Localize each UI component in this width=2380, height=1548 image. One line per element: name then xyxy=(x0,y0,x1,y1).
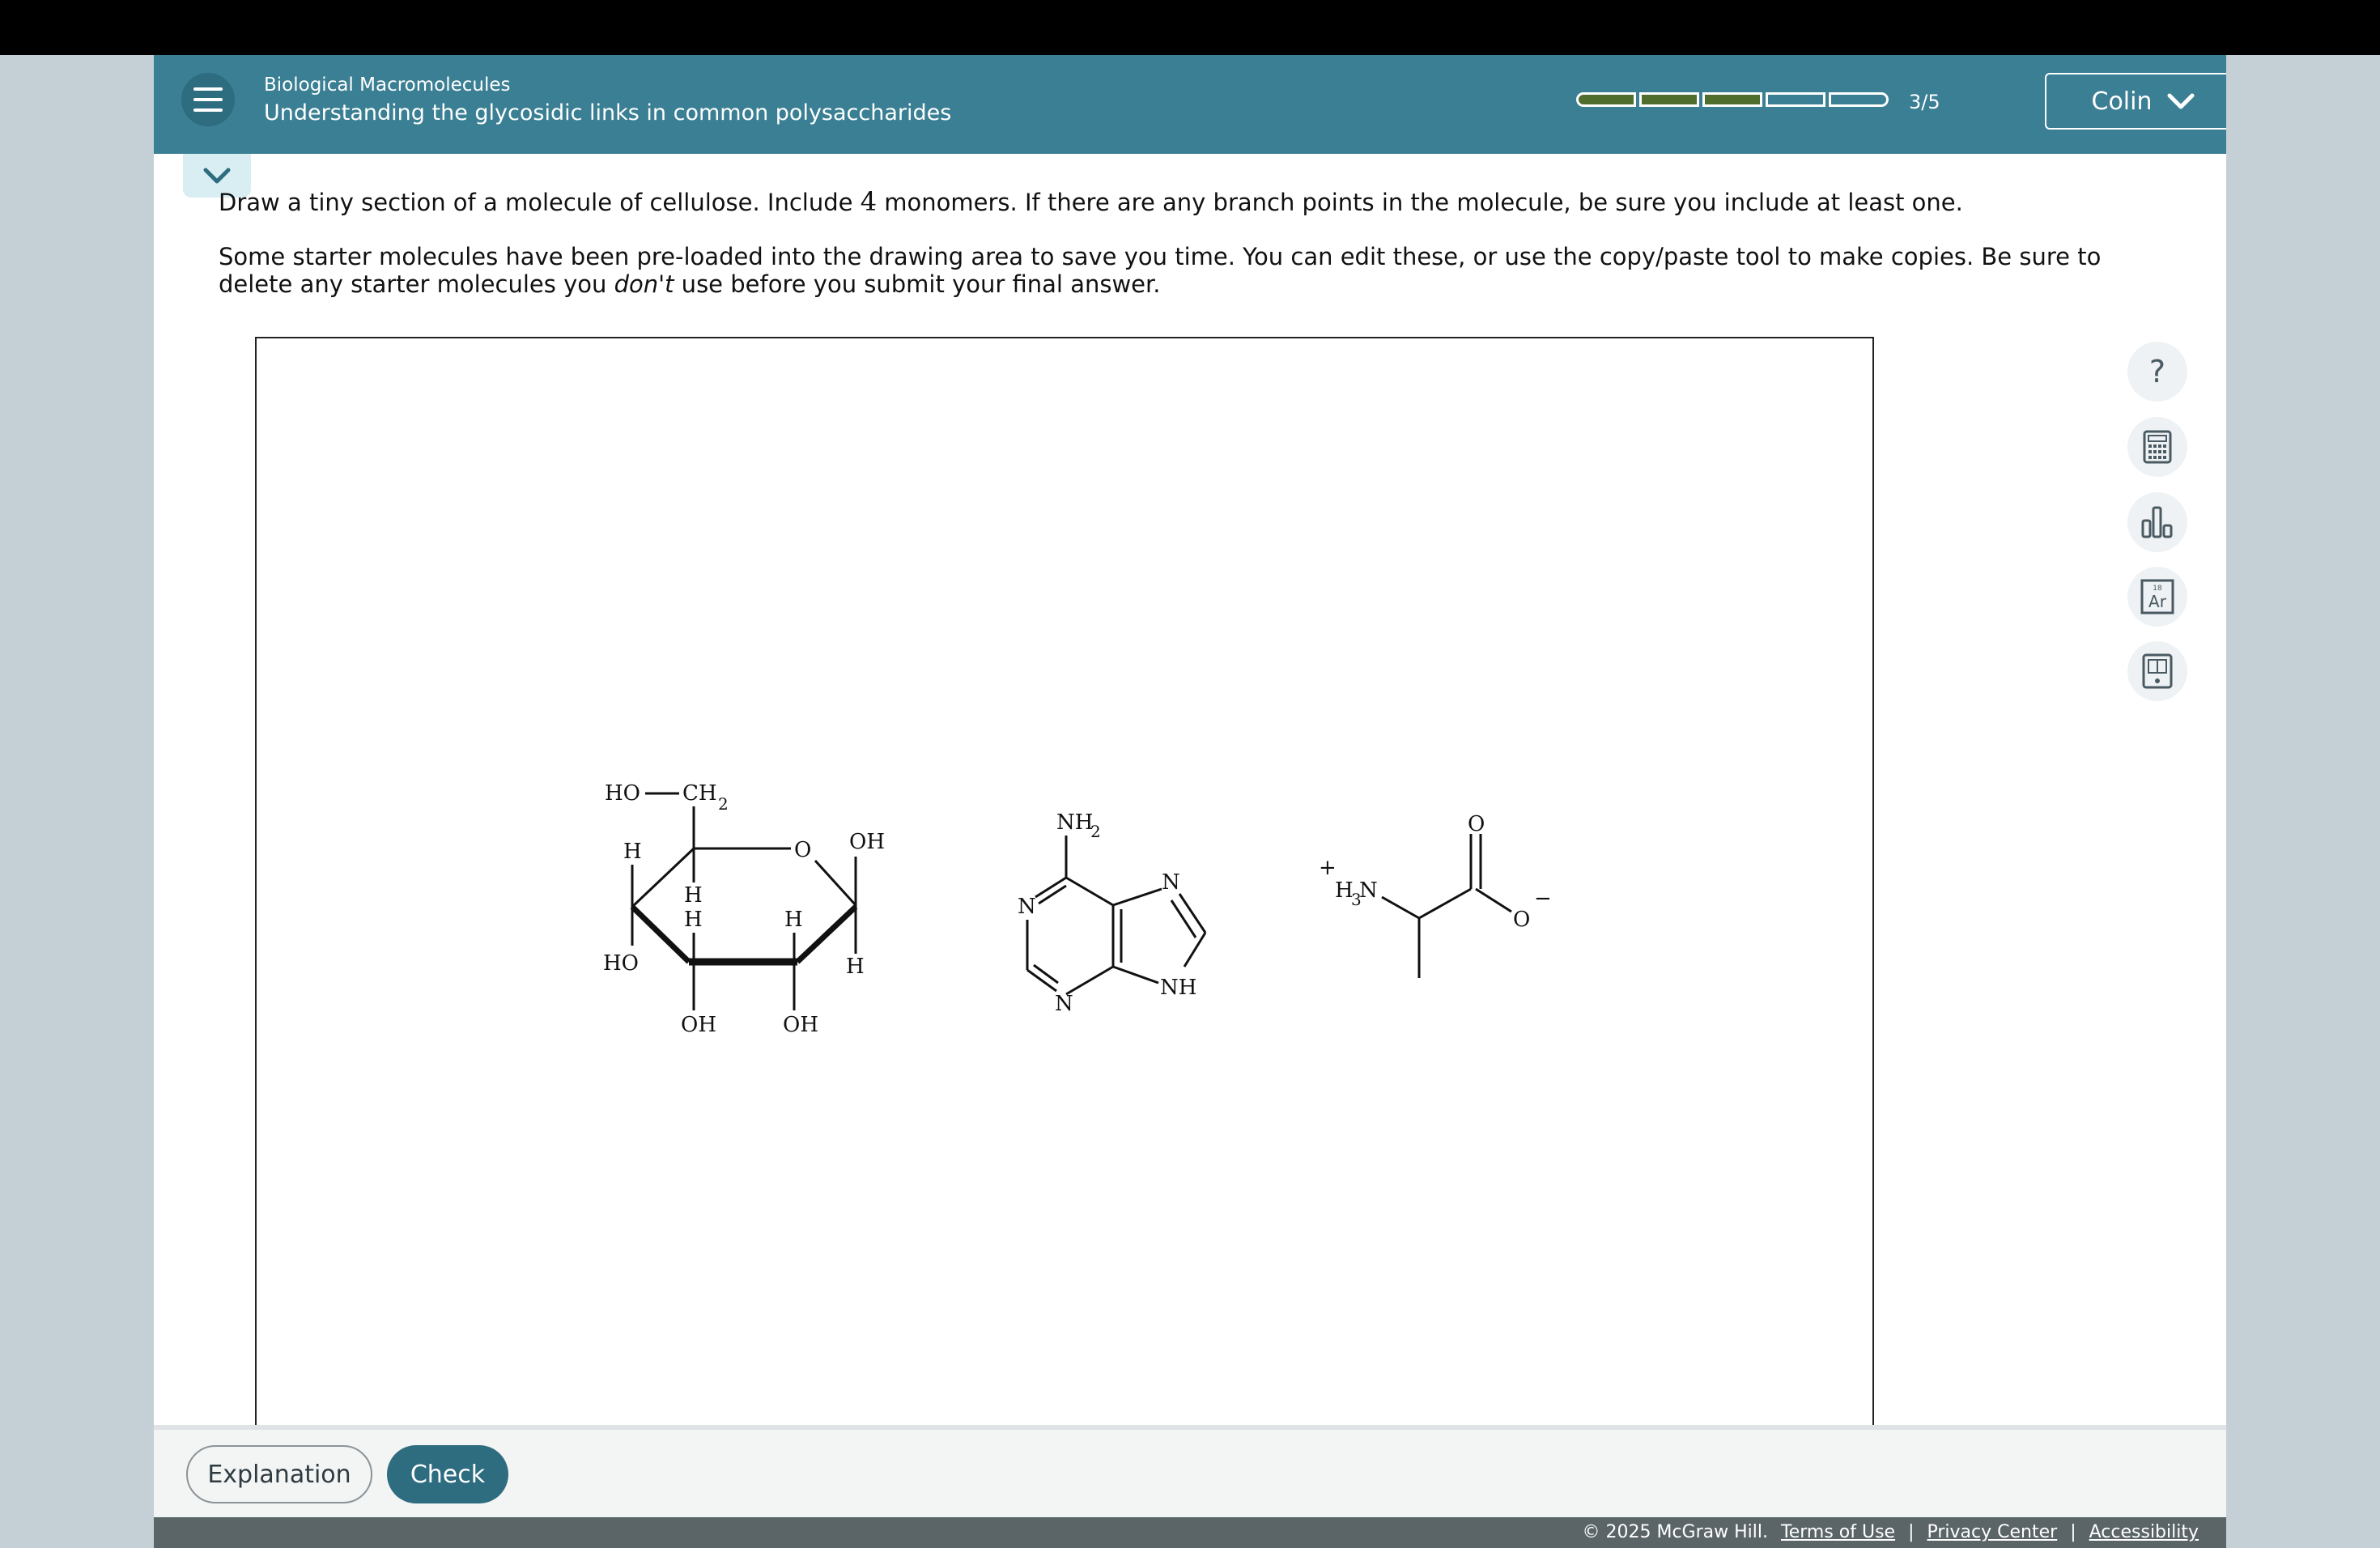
help-icon: ? xyxy=(2148,354,2166,389)
window-top-bar xyxy=(0,0,2380,55)
element-symbol: Ar xyxy=(2148,592,2167,611)
progress-segment xyxy=(1766,92,1825,107)
instruction-text: use before you submit your final answer. xyxy=(674,270,1161,298)
progress-bar xyxy=(1576,92,1889,107)
calculator-button[interactable] xyxy=(2127,417,2187,477)
progress-segment xyxy=(1639,92,1699,107)
monomer-count: 4 xyxy=(860,186,878,217)
oh-label: OH xyxy=(783,1013,818,1037)
n-label: N xyxy=(1018,895,1036,919)
n-label: N xyxy=(1359,878,1378,903)
h-label: H xyxy=(684,908,703,932)
instruction-emphasis: don't xyxy=(614,270,674,298)
explanation-button[interactable]: Explanation xyxy=(186,1445,372,1503)
nh-label: NH xyxy=(1056,810,1093,835)
user-name: Colin xyxy=(2091,87,2153,116)
o-label: O xyxy=(1513,908,1530,932)
accessibility-link[interactable]: Accessibility xyxy=(2089,1522,2199,1542)
oh-label: OH xyxy=(681,1013,716,1037)
prompt-text: monomers. If there are any branch points… xyxy=(877,189,1963,216)
oh-label: OH xyxy=(849,830,885,854)
header-bar: Biological Macromolecules Understanding … xyxy=(154,55,2226,154)
chevron-down-icon xyxy=(2167,93,2194,109)
ho-label: HO xyxy=(603,951,639,976)
progress-label: 3/5 xyxy=(1909,91,1940,113)
n-label: N xyxy=(1162,870,1180,895)
check-button[interactable]: Check xyxy=(387,1445,508,1503)
progress-segment xyxy=(1576,92,1636,107)
chevron-down-icon xyxy=(203,168,231,184)
ho-label: HO xyxy=(605,781,640,806)
minus-charge: − xyxy=(1534,887,1552,911)
data-chart-button[interactable] xyxy=(2127,492,2187,552)
h-label: H xyxy=(846,955,865,979)
progress-segment xyxy=(1829,92,1889,107)
h-label: H xyxy=(684,883,703,908)
drawing-canvas[interactable]: HO CH 2 O H HO H H OH H OH OH H NH 2 N N… xyxy=(255,337,1874,1486)
subscript: 2 xyxy=(1090,822,1101,841)
starter-molecules: HO CH 2 O H HO H H OH H OH OH H NH 2 N N… xyxy=(603,781,1552,1037)
glucose-molecule[interactable]: HO CH 2 O H HO H H OH H OH OH H xyxy=(603,781,885,1037)
menu-line xyxy=(193,108,223,112)
separator: | xyxy=(1908,1522,1915,1542)
separator: | xyxy=(2070,1522,2076,1542)
alanine-molecule[interactable]: + H 3 N O O − xyxy=(1319,812,1552,978)
progress-segment xyxy=(1702,92,1762,107)
menu-line xyxy=(193,87,223,91)
course-title: Biological Macromolecules xyxy=(264,74,511,96)
user-menu-button[interactable]: Colin xyxy=(2045,73,2226,130)
terms-link[interactable]: Terms of Use xyxy=(1781,1522,1895,1542)
reference-button[interactable] xyxy=(2127,641,2187,701)
subscript: 2 xyxy=(718,794,729,814)
ch-label: CH xyxy=(682,781,717,806)
prompt-text: Draw a tiny section of a molecule of cel… xyxy=(219,189,861,216)
help-button[interactable]: ? xyxy=(2127,342,2187,402)
calculator-icon xyxy=(2143,430,2172,464)
module-title: Understanding the glycosidic links in co… xyxy=(264,100,952,125)
h-label: H xyxy=(784,908,803,932)
menu-button[interactable] xyxy=(181,73,235,126)
copyright: © 2025 McGraw Hill. xyxy=(1582,1522,1769,1542)
legal-footer: © 2025 McGraw Hill. Terms of Use | Priva… xyxy=(154,1517,2226,1548)
privacy-link[interactable]: Privacy Center xyxy=(1927,1522,2058,1542)
bar-chart-icon xyxy=(2141,506,2173,538)
adenine-molecule[interactable]: NH 2 N N N NH xyxy=(1018,810,1207,1016)
question-instructions: Some starter molecules have been pre-loa… xyxy=(219,243,2178,298)
menu-line xyxy=(193,98,223,101)
h-label: H xyxy=(623,840,642,864)
app-window: Biological Macromolecules Understanding … xyxy=(154,55,2226,1548)
nh-label: NH xyxy=(1160,976,1196,1000)
n-label: N xyxy=(1055,992,1073,1016)
o-label: O xyxy=(1468,812,1485,836)
plus-charge: + xyxy=(1319,856,1337,880)
periodic-table-button[interactable]: 18 Ar xyxy=(2127,567,2187,627)
reference-icon xyxy=(2142,653,2173,689)
ring-oxygen-label: O xyxy=(794,838,811,862)
question-prompt: Draw a tiny section of a molecule of cel… xyxy=(219,188,2226,216)
periodic-table-icon: 18 Ar xyxy=(2140,579,2174,615)
